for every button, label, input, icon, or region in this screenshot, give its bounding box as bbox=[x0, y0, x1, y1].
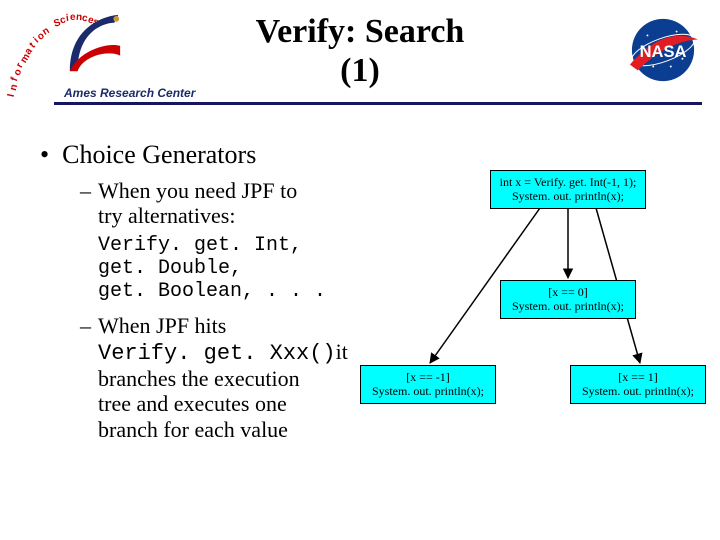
right-l2: System. out. println(x); bbox=[582, 384, 694, 398]
tree-node-left: [x == -1] System. out. println(x); bbox=[360, 365, 496, 404]
code1-l2: get. Double, bbox=[98, 257, 242, 280]
right-l1: [x == 1] bbox=[618, 370, 658, 384]
sub2-line1: When JPF hits bbox=[98, 313, 226, 338]
title-line1: Verify: Search bbox=[256, 13, 465, 50]
sub2-block: Verify. get. Xxx()it branches the execut… bbox=[98, 339, 390, 442]
nasa-text: NASA bbox=[640, 43, 687, 61]
bullet-main: • Choice Generators bbox=[40, 140, 680, 170]
code1-l1: Verify. get. Int, bbox=[98, 234, 302, 257]
execution-tree-diagram: int x = Verify. get. Int(-1, 1); System.… bbox=[430, 170, 710, 440]
sub1-line1: When you need JPF to bbox=[98, 178, 297, 203]
sub-item-1: –When you need JPF to try alternatives: bbox=[80, 178, 390, 229]
header-rule bbox=[54, 102, 702, 105]
root-l2: System. out. println(x); bbox=[512, 189, 624, 203]
slide-title: Verify: Search (1) bbox=[0, 12, 720, 90]
title-line2: (1) bbox=[340, 52, 380, 89]
bullet-sub-list: –When you need JPF to try alternatives: … bbox=[80, 178, 390, 442]
left-l2: System. out. println(x); bbox=[372, 384, 484, 398]
code2-inline: Verify. get. Xxx() bbox=[98, 341, 336, 366]
mid-l1: [x == 0] bbox=[548, 285, 588, 299]
sub2-cont2: branches the execution bbox=[98, 366, 300, 391]
sub-item-2: –When JPF hits Verify. get. Xxx()it bran… bbox=[80, 313, 390, 441]
slide-header: I n f o r m a t i o n S c i e n c e s Am… bbox=[0, 0, 720, 120]
root-l1: int x = Verify. get. Int(-1, 1); bbox=[500, 175, 637, 189]
bullet-main-text: Choice Generators bbox=[62, 140, 256, 169]
sub2-cont1: it bbox=[336, 339, 348, 364]
tree-node-root: int x = Verify. get. Int(-1, 1); System.… bbox=[490, 170, 646, 209]
code-block-1: Verify. get. Int, get. Double, get. Bool… bbox=[98, 234, 390, 303]
nasa-logo-icon: NASA bbox=[624, 16, 702, 84]
sub1-line2: try alternatives: bbox=[98, 203, 390, 228]
left-l1: [x == -1] bbox=[406, 370, 450, 384]
sub2-cont3: tree and executes one bbox=[98, 391, 287, 416]
code1-l3: get. Boolean, . . . bbox=[98, 280, 326, 303]
tree-node-mid: [x == 0] System. out. println(x); bbox=[500, 280, 636, 319]
mid-l2: System. out. println(x); bbox=[512, 299, 624, 313]
tree-node-right: [x == 1] System. out. println(x); bbox=[570, 365, 706, 404]
sub2-cont4: branch for each value bbox=[98, 417, 288, 442]
